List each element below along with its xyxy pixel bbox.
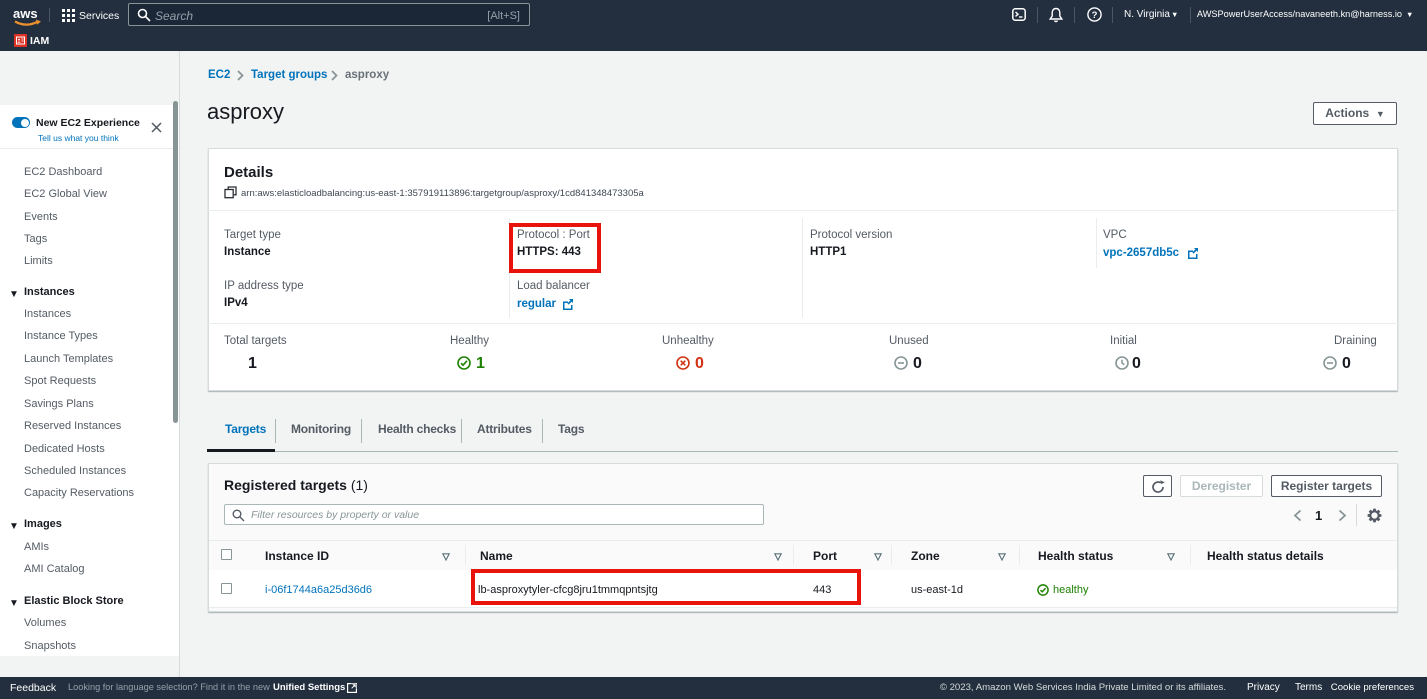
- svg-text:aws: aws: [13, 7, 38, 21]
- svg-text:?: ?: [1092, 10, 1098, 21]
